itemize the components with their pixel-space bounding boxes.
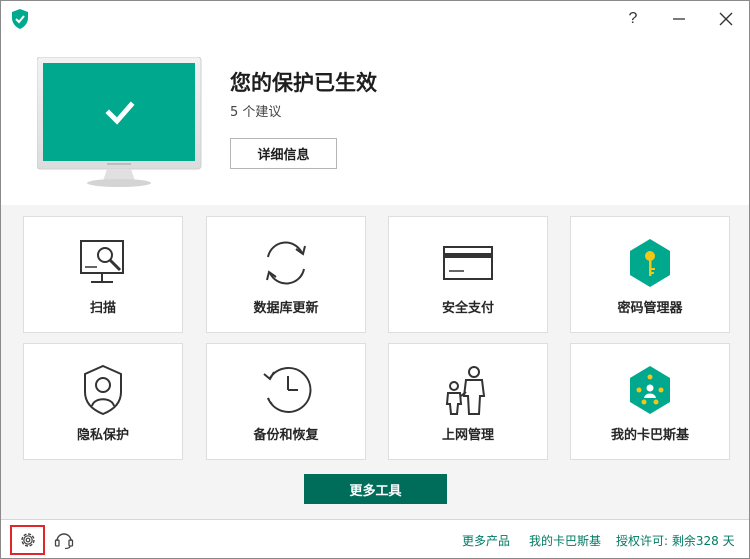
- close-button[interactable]: [706, 5, 746, 33]
- tile-label: 数据库更新: [253, 301, 319, 316]
- tile-label: 我的卡巴斯基: [610, 428, 689, 443]
- gear-icon: [20, 533, 35, 547]
- minimize-icon: [673, 18, 685, 20]
- my-kaspersky-link[interactable]: 我的卡巴斯基: [529, 532, 601, 549]
- kaspersky-main-window: ? 您的保护已生效 5 个建议 详细信息 扫描 数据库更新 安全支付 密码管理器…: [0, 0, 750, 559]
- help-button[interactable]: ?: [613, 5, 653, 33]
- scan-icon: [80, 240, 124, 283]
- settings-button[interactable]: [10, 525, 45, 555]
- tile-label: 安全支付: [441, 301, 494, 316]
- more-products-link[interactable]: 更多产品: [462, 532, 510, 549]
- privacy-protection-icon: [84, 364, 122, 416]
- license-link[interactable]: 授权许可: 剩余328 天: [616, 532, 735, 549]
- tile-password-manager[interactable]: 密码管理器: [570, 216, 730, 333]
- tile-label: 上网管理: [441, 428, 494, 443]
- tile-safe-money[interactable]: 安全支付: [388, 216, 548, 333]
- tile-label: 密码管理器: [617, 301, 683, 316]
- close-icon: [719, 12, 733, 26]
- my-kaspersky-icon: [630, 366, 670, 414]
- recommendations-count: 5 个建议: [230, 105, 282, 120]
- backup-restore-icon: [263, 366, 312, 413]
- tile-privacy-protection[interactable]: 隐私保护: [23, 343, 183, 460]
- protected-monitor-icon: [37, 57, 202, 187]
- protection-status-title: 您的保护已生效: [230, 71, 377, 95]
- support-headset-icon[interactable]: [53, 530, 75, 550]
- tile-label: 隐私保护: [76, 428, 129, 443]
- database-update-icon: [266, 241, 306, 285]
- title-bar: ?: [1, 1, 749, 37]
- password-manager-icon: [630, 239, 670, 287]
- tile-scan[interactable]: 扫描: [23, 216, 183, 333]
- tile-backup-restore[interactable]: 备份和恢复: [206, 343, 366, 460]
- minimize-button[interactable]: [659, 5, 699, 33]
- safe-money-icon: [443, 246, 493, 280]
- protection-status-panel: 您的保护已生效 5 个建议 详细信息: [1, 37, 749, 205]
- more-tools-button[interactable]: 更多工具: [304, 474, 447, 504]
- kaspersky-logo-icon: [12, 9, 28, 29]
- tile-label: 扫描: [89, 301, 116, 316]
- tile-parental-control[interactable]: 上网管理: [388, 343, 548, 460]
- parental-control-icon: [445, 366, 486, 415]
- footer-bar: 更多产品 我的卡巴斯基 授权许可: 剩余328 天: [1, 519, 749, 558]
- tile-database-update[interactable]: 数据库更新: [206, 216, 366, 333]
- tile-my-kaspersky[interactable]: 我的卡巴斯基: [570, 343, 730, 460]
- details-button[interactable]: 详细信息: [230, 138, 337, 169]
- tile-label: 备份和恢复: [253, 428, 319, 443]
